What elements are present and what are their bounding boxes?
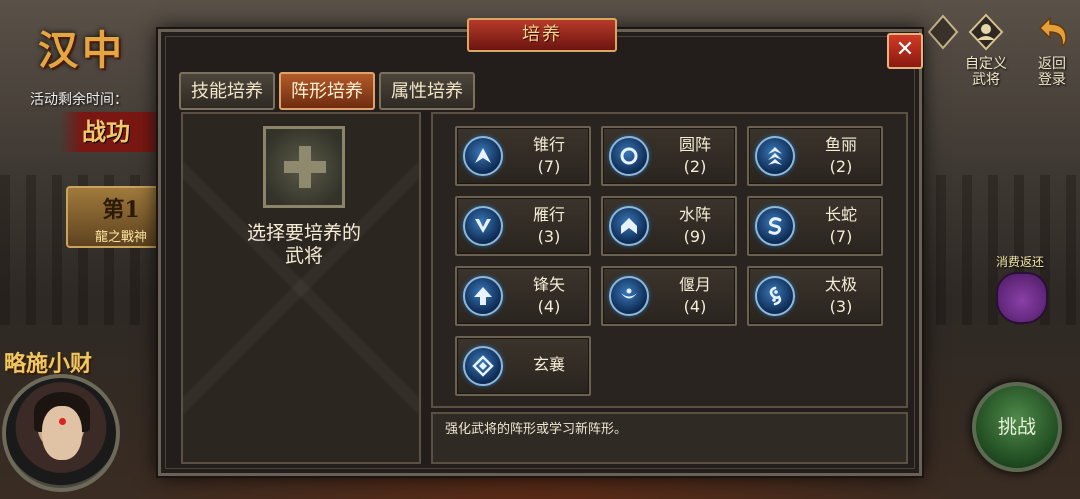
formation-name: 长蛇 [824,205,857,224]
formation-count: (3) [829,297,853,316]
consume-return-label: 消费返还 [995,255,1044,269]
snake-icon [755,206,795,246]
formation-name: 雁行 [532,205,565,224]
formation-panel: 锥行 (7) 圆阵 (2) 鱼丽 (2) 雁行 (3) 水阵 (9) 长蛇 (7… [431,112,908,408]
return-arrow-icon [1038,16,1067,48]
return-login-label: 返回 登录 [1038,56,1066,88]
gear-badge-icon [927,14,959,50]
tab-formation-training[interactable]: 阵形培养 [279,72,375,110]
general-select-panel: 选择要培养的武将 [181,112,421,464]
formation-card-shuizhen[interactable]: 水阵 (9) [601,196,737,256]
tab-bar: 技能培养 阵形培养 属性培养 [179,72,475,110]
modal-title: 培养 [467,18,617,52]
fish-scale-icon [755,136,795,176]
taiji-icon [755,276,795,316]
close-button[interactable]: ✕ [887,33,923,69]
formation-count: (7) [537,157,561,176]
plus-icon-horizontal [284,161,326,173]
formation-count: (3) [537,227,561,246]
add-general-slot[interactable] [263,126,345,208]
arrow-head-icon [463,276,503,316]
avatar-face [42,406,82,460]
formation-name: 锥行 [532,135,565,154]
formation-card-yanyue[interactable]: 偃月 (4) [601,266,737,326]
avatar-forehead-gem [59,418,66,425]
formation-card-yanxing[interactable]: 雁行 (3) [455,196,591,256]
formation-name: 水阵 [678,205,711,224]
formation-count: (4) [537,297,561,316]
formation-card-yuanzhen[interactable]: 圆阵 (2) [601,126,737,186]
formation-description: 强化武将的阵形或学习新阵形。 [431,412,908,464]
formation-count: (2) [683,157,707,176]
consume-return-bag-icon[interactable] [996,272,1048,324]
formation-grid: 锥行 (7) 圆阵 (2) 鱼丽 (2) 雁行 (3) 水阵 (9) 长蛇 (7… [455,126,883,396]
tab-skill-training[interactable]: 技能培养 [179,72,275,110]
custom-general-label: 自定义 武将 [965,56,1007,88]
formation-card-changshe[interactable]: 长蛇 (7) [747,196,883,256]
remaining-time-label: 活动剩余时间： [30,92,128,108]
formation-name: 鱼丽 [824,135,857,154]
training-modal: 培养 ✕ 技能培养 阵形培养 属性培养 选择要培养的武将 锥行 (7) 圆阵 (… [158,18,923,476]
player-name: 略施小财 [4,351,93,377]
formation-name: 玄襄 [532,355,565,374]
formation-count: (7) [829,227,853,246]
formation-count: (4) [683,297,707,316]
merit-banner: 战功 [60,112,170,152]
formation-count: (9) [683,227,707,246]
formation-card-zhuixing[interactable]: 锥行 (7) [455,126,591,186]
water-icon [609,206,649,246]
formation-count: (2) [829,157,853,176]
circle-icon [609,136,649,176]
formation-name: 锋矢 [532,275,565,294]
formation-card-yuli[interactable]: 鱼丽 (2) [747,126,883,186]
background-city-title: 汉中 [38,27,126,74]
custom-general-button[interactable]: 自定义 武将 [958,12,1014,88]
formation-name: 偃月 [678,275,711,294]
chevron-down-icon [463,206,503,246]
return-login-button[interactable]: 返回 登录 [1024,12,1080,88]
formation-name: 太极 [824,275,857,294]
formation-card-fengshi[interactable]: 锋矢 (4) [455,266,591,326]
formation-card-xuanxiang[interactable]: 玄襄 [455,336,591,396]
select-general-hint: 选择要培养的武将 [246,222,361,267]
player-avatar[interactable] [2,374,120,492]
challenge-button[interactable]: 挑战 [972,382,1062,472]
crescent-icon [609,276,649,316]
formation-name: 圆阵 [678,135,711,154]
diamond-icon [463,346,503,386]
custom-general-icon [968,13,1004,51]
tab-attribute-training[interactable]: 属性培养 [379,72,475,110]
arrow-up-icon [463,136,503,176]
formation-card-taiji[interactable]: 太极 (3) [747,266,883,326]
